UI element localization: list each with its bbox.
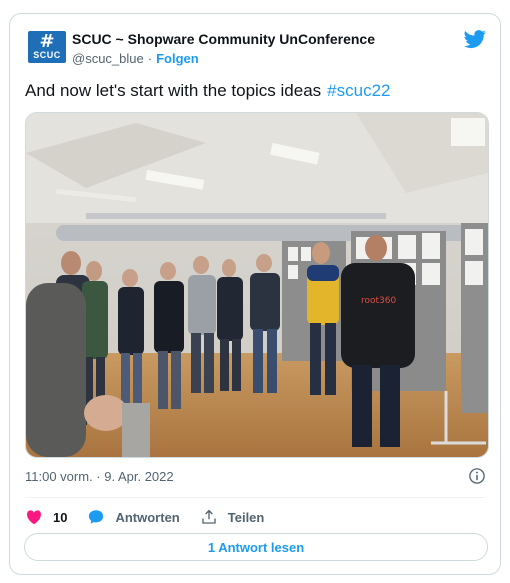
reply-button[interactable]: Antworten [87,508,180,526]
twitter-bird-icon[interactable] [464,28,486,50]
share-label: Teilen [227,509,265,525]
share-button[interactable]: Teilen [200,508,265,526]
avatar-text: SCUC [33,50,61,60]
tweet-photo[interactable]: root360 [25,112,489,458]
tweet-body: And now let's start with the topics idea… [25,81,322,100]
author-handle[interactable]: @scuc_blue [72,51,144,66]
author-meta: @scuc_blue · Folgen [72,51,199,66]
hashtag-link[interactable]: #scuc22 [327,81,390,100]
author-name[interactable]: SCUC ~ Shopware Community UnConference [72,31,375,47]
reply-label: Antworten [115,509,180,525]
share-upload-icon [202,509,216,524]
separator: · [147,51,153,66]
like-count: 10 [53,509,68,525]
tweet-actions: 10 Antworten Teilen [25,505,284,529]
tweet-timestamp[interactable]: 11:00 vorm. · 9. Apr. 2022 [25,469,174,484]
hash-logo-icon: # [39,31,55,52]
tweet-text: And now let's start with the topics idea… [25,80,391,102]
info-icon[interactable] [468,467,486,485]
shirt-text: root360 [361,296,396,306]
read-replies-button[interactable]: 1 Antwort lesen [24,533,488,561]
heart-icon [27,510,41,525]
avatar[interactable]: # SCUC [28,31,66,63]
tweet-card: # SCUC SCUC ~ Shopware Community UnConfe… [9,13,501,575]
like-button[interactable]: 10 [25,508,67,526]
divider [25,497,485,498]
reply-bubble-icon [89,510,104,524]
follow-button[interactable]: Folgen [156,51,199,66]
